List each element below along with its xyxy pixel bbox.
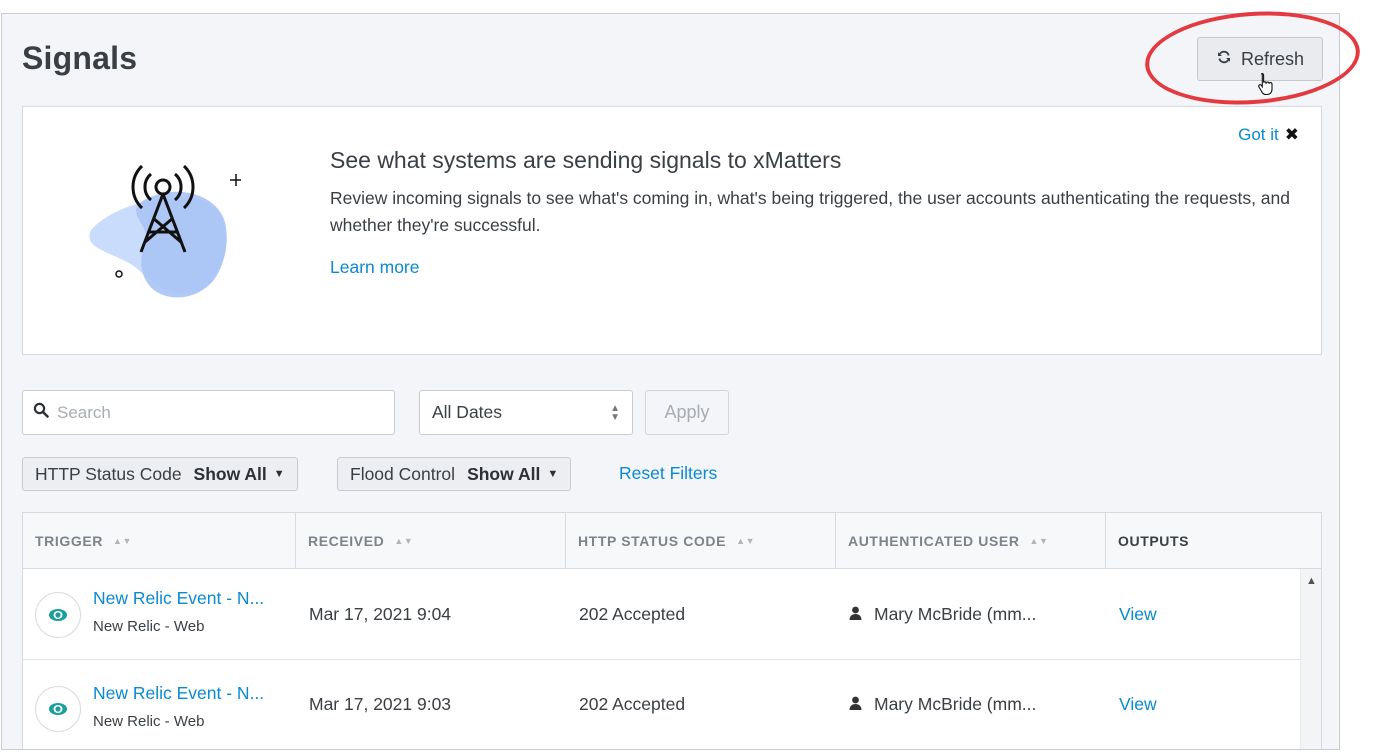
column-label: OUTPUTS <box>1118 533 1190 549</box>
http-status-filter[interactable]: HTTP Status Code Show All ▼ <box>22 457 298 491</box>
received-cell: Mar 17, 2021 9:04 <box>309 604 452 624</box>
status-cell: 202 Accepted <box>579 694 686 714</box>
view-output-link[interactable]: View <box>1119 570 1157 659</box>
trigger-source: New Relic - Web <box>93 618 205 635</box>
scroll-up-icon[interactable]: ▲ <box>1306 575 1317 587</box>
trigger-eye-icon <box>35 686 81 732</box>
table-row: New Relic Event - N... New Relic - Web M… <box>23 660 1301 749</box>
column-header-status[interactable]: HTTP STATUS CODE ▲▼ <box>566 513 836 569</box>
signals-page: Signals Refresh Got it ✖ See what system… <box>1 13 1340 750</box>
select-arrows-icon: ▲ ▼ <box>610 403 620 423</box>
sort-icon: ▲▼ <box>112 536 132 546</box>
user-cell: Mary McBride (mm... <box>849 660 1036 749</box>
column-label: RECEIVED <box>308 533 385 549</box>
status-cell: 202 Accepted <box>579 604 686 624</box>
learn-more-link[interactable]: Learn more <box>330 257 420 278</box>
sort-icon: ▲▼ <box>736 536 756 546</box>
reset-filters-link[interactable]: Reset Filters <box>619 463 717 484</box>
caret-down-icon: ▼ <box>273 468 285 480</box>
search-icon <box>33 402 49 423</box>
trigger-link[interactable]: New Relic Event - N... <box>93 683 264 704</box>
sort-icon: ▲▼ <box>394 536 414 546</box>
column-label: HTTP STATUS CODE <box>578 533 727 549</box>
info-banner: Got it ✖ See what systems are sending si… <box>22 106 1322 355</box>
received-cell: Mar 17, 2021 9:03 <box>309 694 452 714</box>
signal-tower-icon <box>71 152 242 302</box>
flood-control-filter-label: Flood Control <box>350 463 456 484</box>
user-icon <box>849 604 862 625</box>
page-title: Signals <box>22 40 138 76</box>
table-row: New Relic Event - N... New Relic - Web M… <box>23 570 1301 660</box>
user-name: Mary McBride (mm... <box>874 694 1037 714</box>
user-name: Mary McBride (mm... <box>874 604 1037 624</box>
close-icon: ✖ <box>1284 125 1299 144</box>
date-range-select[interactable]: All Dates ▲ ▼ <box>419 390 633 435</box>
flood-control-filter[interactable]: Flood Control Show All ▼ <box>337 457 572 491</box>
table-header: TRIGGER ▲▼ RECEIVED ▲▼ HTTP STATUS CODE … <box>23 513 1321 569</box>
column-label: AUTHENTICATED USER <box>848 533 1020 549</box>
trigger-link[interactable]: New Relic Event - N... <box>93 588 264 609</box>
column-header-outputs: OUTPUTS <box>1106 513 1323 569</box>
banner-heading: See what systems are sending signals to … <box>330 147 842 173</box>
dismiss-banner-link[interactable]: Got it ✖ <box>1238 125 1299 145</box>
got-it-label: Got it <box>1238 125 1279 144</box>
refresh-icon <box>1216 49 1232 70</box>
column-header-trigger[interactable]: TRIGGER ▲▼ <box>23 513 296 569</box>
trigger-eye-icon <box>35 592 81 638</box>
banner-description: Review incoming signals to see what's co… <box>330 188 1291 235</box>
trigger-source: New Relic - Web <box>93 713 205 730</box>
http-status-filter-value: Show All <box>193 463 267 484</box>
search-input[interactable] <box>57 402 377 423</box>
view-output-link[interactable]: View <box>1119 660 1157 749</box>
signals-table: TRIGGER ▲▼ RECEIVED ▲▼ HTTP STATUS CODE … <box>22 512 1322 749</box>
column-header-user[interactable]: AUTHENTICATED USER ▲▼ <box>836 513 1106 569</box>
apply-button[interactable]: Apply <box>645 390 729 435</box>
date-range-value: All Dates <box>432 402 503 422</box>
sort-icon: ▲▼ <box>1029 536 1049 546</box>
pointer-cursor-icon <box>1257 72 1275 101</box>
refresh-label: Refresh <box>1240 48 1305 69</box>
column-header-received[interactable]: RECEIVED ▲▼ <box>296 513 566 569</box>
flood-control-filter-value: Show All <box>467 463 541 484</box>
user-cell: Mary McBride (mm... <box>849 570 1036 659</box>
column-label: TRIGGER <box>35 533 103 549</box>
search-box[interactable] <box>22 390 395 435</box>
caret-down-icon: ▼ <box>547 468 559 480</box>
user-icon <box>849 694 862 715</box>
http-status-filter-label: HTTP Status Code <box>35 463 182 484</box>
table-scrollbar[interactable]: ▲ <box>1300 569 1321 749</box>
